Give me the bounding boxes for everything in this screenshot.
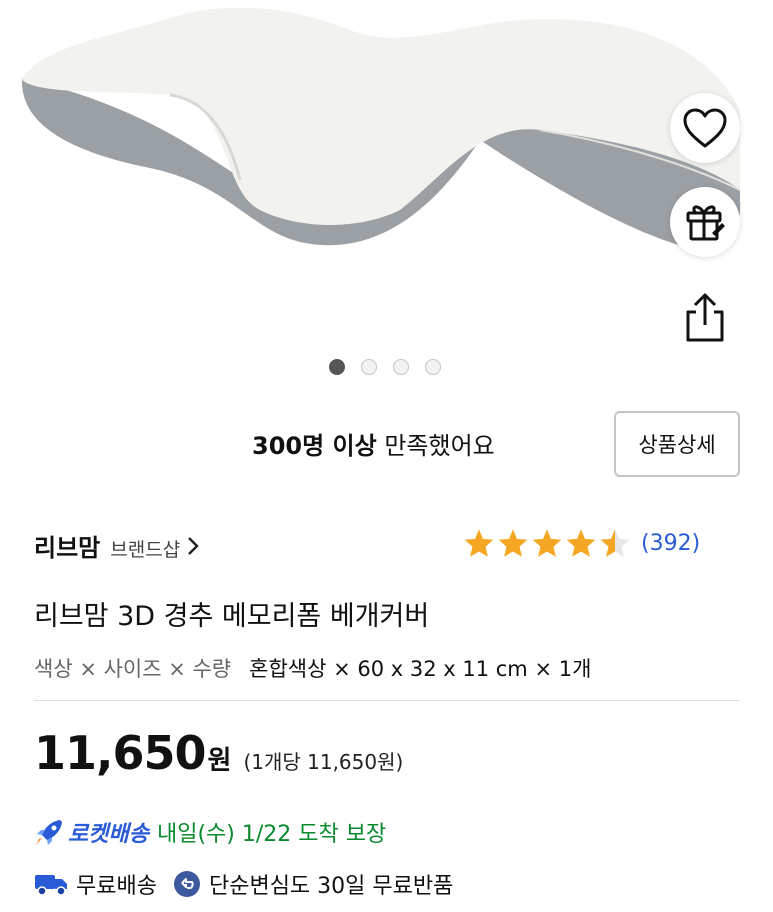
free-shipping-label: 무료배송 [76, 874, 157, 899]
gallery-dot-3[interactable] [393, 359, 409, 375]
truck-icon [35, 875, 67, 896]
price-amount: 11,650 [34, 726, 207, 780]
share-button[interactable] [676, 288, 734, 348]
gift-button[interactable] [670, 187, 740, 257]
gallery-dot-1[interactable] [329, 359, 345, 375]
delivery-eta: 내일(수) 1/22 도착 보장 [156, 822, 387, 847]
option-selector[interactable]: 색상 × 사이즈 × 수량 혼합색상 × 60 x 32 x 11 cm × 1… [34, 653, 591, 683]
gallery-pagination[interactable] [329, 359, 441, 375]
gallery-dot-4[interactable] [425, 359, 441, 375]
rocket-delivery-info: 로켓배송 내일(수) 1/22 도착 보장 [34, 816, 386, 848]
product-image [21, 7, 741, 251]
option-label: 색상 × 사이즈 × 수량 [34, 657, 232, 681]
return-icon [173, 871, 200, 897]
product-title: 리브맘 3D 경추 메모리폼 베개커버 [34, 601, 430, 632]
price-block: 11,650 원 (1개당 11,650원) [34, 726, 403, 780]
gallery-dot-2[interactable] [361, 359, 377, 375]
return-policy-label: 단순변심도 30일 무료반품 [208, 874, 454, 899]
review-count[interactable]: (392) [641, 531, 700, 556]
satisfaction-summary: 300명 이상 만족했어요 [252, 426, 495, 461]
star-icon [464, 529, 494, 557]
brand-link[interactable]: 리브맘 브랜드샵 [34, 528, 200, 563]
product-detail-button[interactable]: 상품상세 [614, 411, 740, 477]
heart-icon [683, 108, 727, 148]
satisfaction-text: 만족했어요 [384, 432, 495, 460]
rocket-delivery-label: 로켓배송 [68, 822, 149, 847]
unit-price: (1개당 11,650원) [243, 750, 404, 774]
satisfaction-count: 300명 이상 [252, 432, 377, 460]
star-icon [566, 529, 596, 557]
star-icon [532, 529, 562, 557]
share-icon [686, 293, 724, 342]
star-icon [498, 529, 528, 557]
rating-summary[interactable]: (392) [463, 528, 700, 558]
chevron-right-icon [188, 536, 199, 555]
divider [34, 700, 740, 701]
option-value: 혼합색상 × 60 x 32 x 11 cm × 1개 [249, 657, 592, 681]
gift-rocket-icon [686, 205, 725, 241]
shipping-info: 무료배송 단순변심도 30일 무료반품 [34, 868, 453, 900]
wishlist-button[interactable] [670, 93, 740, 163]
star-rating [463, 528, 631, 558]
price-currency: 원 [207, 746, 232, 776]
half-star-icon [600, 529, 630, 557]
product-image-gallery[interactable] [0, 0, 773, 395]
brand-shop-label: 브랜드샵 [110, 539, 181, 561]
rocket-icon [36, 820, 62, 845]
brand-name: 리브맘 [34, 534, 101, 562]
